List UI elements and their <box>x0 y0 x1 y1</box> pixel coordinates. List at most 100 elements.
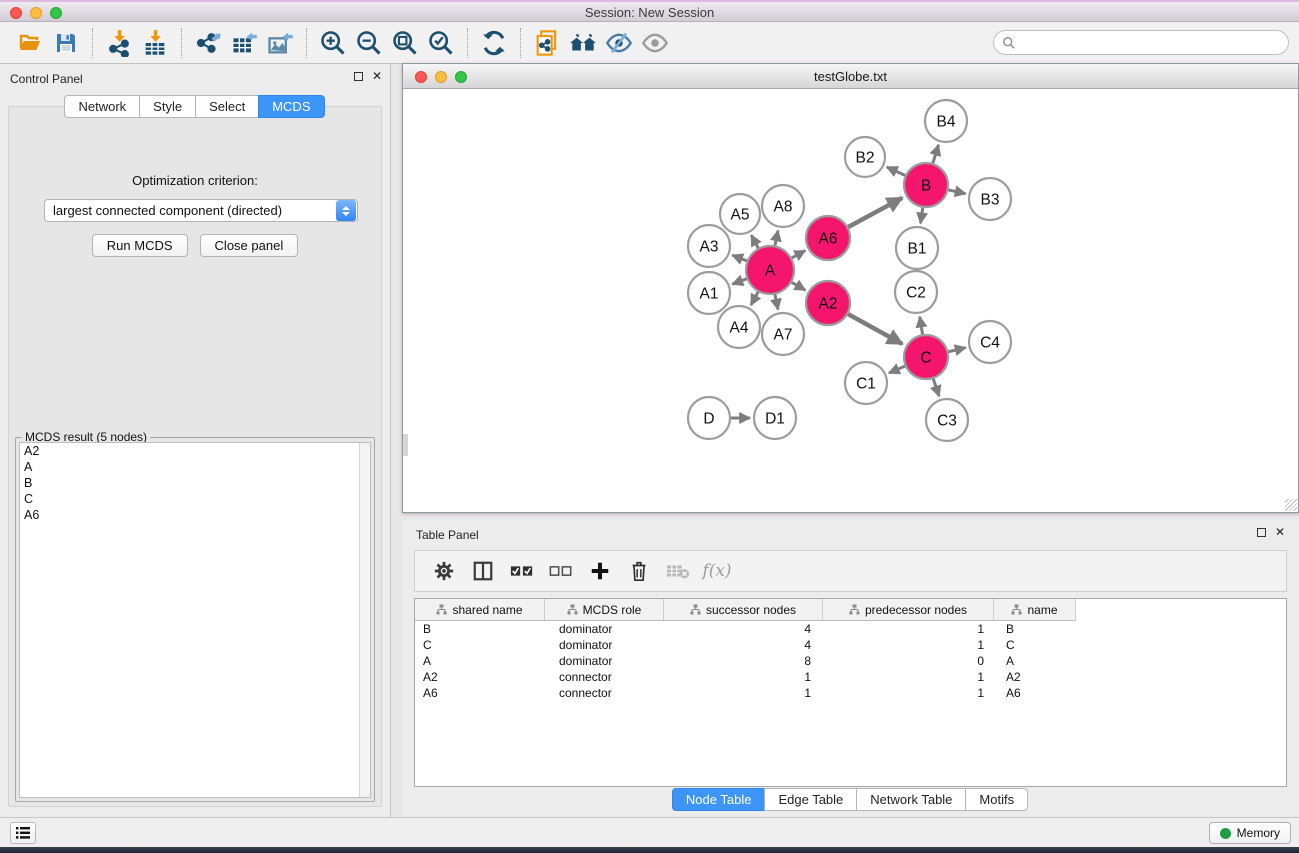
network-title: testGlobe.txt <box>403 69 1298 84</box>
result-item[interactable]: C <box>20 491 370 507</box>
close-panel-button[interactable]: Close panel <box>200 234 299 257</box>
control-panel-title: Control Panel <box>10 72 83 86</box>
task-list-button[interactable] <box>10 822 36 844</box>
run-mcds-button[interactable]: Run MCDS <box>92 234 188 257</box>
node-label-C3: C3 <box>937 413 957 430</box>
table-row[interactable]: A6connector11A6 <box>415 685 1286 701</box>
node-label-D: D <box>703 411 714 428</box>
search-field[interactable] <box>993 30 1289 55</box>
memory-label: Memory <box>1237 826 1280 840</box>
column-header-MCDS-role[interactable]: MCDS role <box>545 599 664 621</box>
import-network-icon[interactable] <box>101 26 137 60</box>
desktop-strip <box>0 847 1299 853</box>
table-panel-title: Table Panel <box>416 528 479 542</box>
column-header-shared-name[interactable]: shared name <box>415 599 545 621</box>
function-icon: f(x) <box>702 556 732 586</box>
tab-edge-table[interactable]: Edge Table <box>764 788 857 811</box>
export-image-icon[interactable] <box>262 26 298 60</box>
result-scrollbar[interactable] <box>359 443 370 797</box>
refresh-icon[interactable] <box>476 26 512 60</box>
gear-icon[interactable] <box>429 556 459 586</box>
zoom-fit-icon[interactable] <box>387 26 423 60</box>
memory-button[interactable]: Memory <box>1209 822 1291 844</box>
export-network-icon[interactable] <box>190 26 226 60</box>
table-row[interactable]: Bdominator41B <box>415 621 1286 637</box>
column-header-predecessor-nodes[interactable]: predecessor nodes <box>823 599 994 621</box>
node-label-B1: B1 <box>908 241 927 258</box>
node-label-C: C <box>920 350 931 367</box>
node-table[interactable]: shared nameMCDS rolesuccessor nodesprede… <box>414 598 1287 787</box>
import-table-icon[interactable] <box>137 26 173 60</box>
columns-icon[interactable] <box>468 556 498 586</box>
node-label-C2: C2 <box>906 285 926 302</box>
node-label-B: B <box>921 178 931 195</box>
home-icon[interactable] <box>565 26 601 60</box>
node-label-A3: A3 <box>700 239 719 256</box>
node-label-A5: A5 <box>731 207 750 224</box>
cell: 4 <box>664 622 823 636</box>
node-label-B3: B3 <box>981 192 1000 209</box>
mcds-result-list[interactable]: A2ABCA6 <box>19 442 371 798</box>
node-label-B2: B2 <box>856 150 875 167</box>
tab-network-table[interactable]: Network Table <box>856 788 966 811</box>
tab-network[interactable]: Network <box>64 95 140 118</box>
cell: 0 <box>823 654 994 668</box>
mcds-result-group: MCDS result (5 nodes) A2ABCA6 <box>15 437 375 802</box>
network-canvas[interactable]: B4B2BB3A5A8A6B1A3AC2A1A2A4A7C4CC1DD1C3 <box>403 89 1298 512</box>
zoom-in-icon[interactable] <box>315 26 351 60</box>
mcds-panel: Optimization criterion: largest connecte… <box>8 106 382 807</box>
cell: connector <box>545 670 664 684</box>
tab-style[interactable]: Style <box>139 95 196 118</box>
node-label-A6: A6 <box>819 231 838 248</box>
result-item[interactable]: A2 <box>20 443 370 459</box>
tab-mcds[interactable]: MCDS <box>258 95 324 118</box>
memory-status-icon <box>1220 828 1231 839</box>
result-item[interactable]: A6 <box>20 507 370 523</box>
show-eye-icon[interactable] <box>637 26 673 60</box>
table-row[interactable]: Adominator80A <box>415 653 1286 669</box>
column-header-successor-nodes[interactable]: successor nodes <box>664 599 823 621</box>
tab-motifs[interactable]: Motifs <box>965 788 1028 811</box>
session-file-icon[interactable] <box>529 26 565 60</box>
export-table-icon[interactable] <box>226 26 262 60</box>
add-icon[interactable] <box>585 556 615 586</box>
open-file-icon[interactable] <box>12 26 48 60</box>
search-input[interactable] <box>1021 36 1280 50</box>
save-session-icon[interactable] <box>48 26 84 60</box>
cell: A6 <box>415 686 545 700</box>
tab-node-table[interactable]: Node Table <box>672 788 766 811</box>
result-items: A2ABCA6 <box>20 443 370 523</box>
resize-grip[interactable] <box>1285 499 1297 511</box>
tab-select[interactable]: Select <box>195 95 259 118</box>
float-panel-icon[interactable] <box>354 72 363 81</box>
cell: A2 <box>994 670 1076 684</box>
trash-icon[interactable] <box>624 556 654 586</box>
zoom-selected-icon[interactable] <box>423 26 459 60</box>
select-all-icon[interactable] <box>507 556 537 586</box>
network-window-titlebar[interactable]: testGlobe.txt <box>403 64 1298 89</box>
result-item[interactable]: B <box>20 475 370 491</box>
node-label-A1: A1 <box>700 286 719 303</box>
table-float-icon[interactable] <box>1257 528 1266 537</box>
table-row[interactable]: A2connector11A2 <box>415 669 1286 685</box>
cell: 1 <box>823 622 994 636</box>
optimization-value: largest connected component (directed) <box>45 203 336 218</box>
cell: C <box>994 638 1076 652</box>
table-close-icon[interactable]: ✕ <box>1275 528 1285 537</box>
cell: connector <box>545 686 664 700</box>
column-header-name[interactable]: name <box>994 599 1076 621</box>
optimization-select[interactable]: largest connected component (directed) <box>44 199 358 222</box>
zoom-out-icon[interactable] <box>351 26 387 60</box>
canvas-scroll-stub <box>403 434 408 456</box>
table-row[interactable]: Cdominator41C <box>415 637 1286 653</box>
cell: 8 <box>664 654 823 668</box>
network-window: testGlobe.txt B4B2BB3A5A8A6B1A3AC2A1A2A4… <box>402 63 1299 513</box>
list-icon <box>15 826 31 840</box>
close-panel-icon[interactable]: ✕ <box>372 72 382 81</box>
table-toolbar: f(x) <box>414 550 1287 592</box>
hide-eye-icon[interactable] <box>601 26 637 60</box>
cell: A2 <box>415 670 545 684</box>
cell: 1 <box>664 670 823 684</box>
result-item[interactable]: A <box>20 459 370 475</box>
deselect-all-icon[interactable] <box>546 556 576 586</box>
